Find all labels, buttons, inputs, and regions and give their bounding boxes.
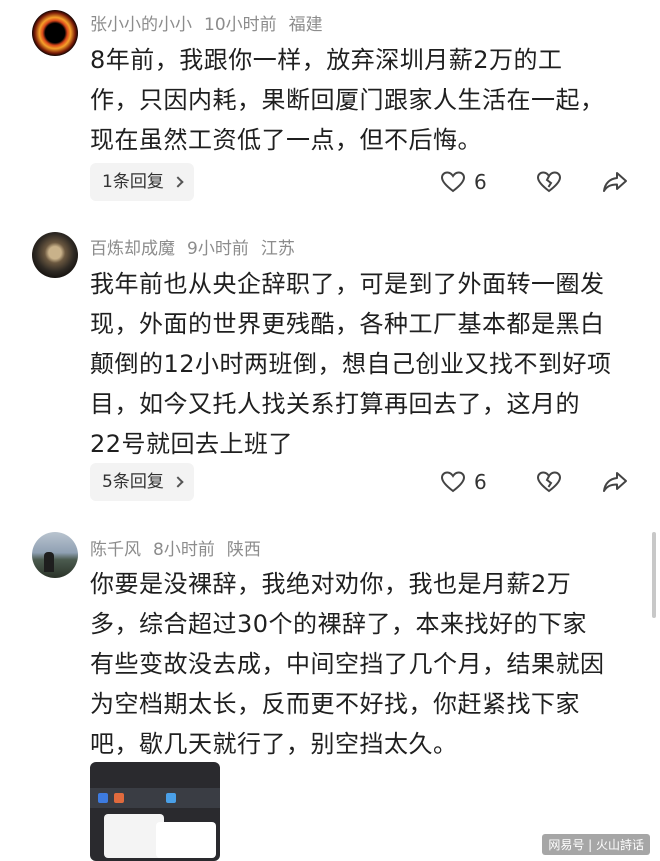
thumbnail-card [104,814,164,858]
heart-outline-icon [440,171,466,193]
share-arrow-icon [603,172,627,192]
like-count: 6 [474,170,487,194]
thumbnail-header-bar [90,788,220,808]
like-button[interactable]: 6 [440,163,487,201]
comment-line: 为空档期太长，反而更不好找，你赶紧找下家 [90,690,580,718]
share-arrow-icon [603,472,627,492]
comment-actions: 6 [0,163,660,201]
comment-line: 22号就回去上班了 [90,430,294,458]
comment-line: 现在虽然工资低了一点，但不后悔。 [90,126,482,154]
location: 福建 [288,15,323,35]
comment-line: 有些变故没去成，中间空挡了几个月，结果就因 [90,650,605,678]
comment-line: 目，如今又托人找关系打算再回去了，这月的 [90,390,580,418]
comment-line: 现，外面的世界更残酷，各种工厂基本都是黑白 [90,310,605,338]
like-button[interactable]: 6 [440,463,487,501]
comment-actions: 6 [0,463,660,501]
share-button[interactable] [602,463,628,501]
timestamp: 9小时前 [187,239,249,259]
broken-heart-icon [536,171,562,193]
avatar[interactable] [32,232,78,278]
broken-heart-icon [536,471,562,493]
comment-line: 我年前也从央企辞职了，可是到了外面转一圈发 [90,270,605,298]
thumbnail-app-icon [166,793,176,803]
share-button[interactable] [602,163,628,201]
comment-line: 8年前，我跟你一样，放弃深圳月薪2万的工 [90,46,563,74]
location: 陕西 [226,540,261,560]
thumbnail-card [156,822,216,858]
avatar-figure [44,552,54,572]
comment-meta: 张小小的小小 10小时前 福建 [90,10,335,35]
comment-line: 你要是没裸辞，我绝对劝你，我也是月薪2万 [90,570,572,598]
comment-meta: 陈千风 8小时前 陕西 [90,535,273,560]
watermark: 网易号 | 火山詩话 [542,834,650,855]
comment-line: 多，综合超过30个的裸辞了，本来找好的下家 [90,610,588,638]
dislike-button[interactable] [536,463,562,501]
avatar[interactable] [32,532,78,578]
username[interactable]: 张小小的小小 [90,15,192,35]
timestamp: 10小时前 [204,15,277,35]
comment-line: 颠倒的12小时两班倒，想自己创业又找不到好项 [90,350,612,378]
comment-line: 作，只因内耗，果断回厦门跟家人生活在一起， [90,86,605,114]
thumbnail-app-icon [98,793,108,803]
comment-line: 吧，歇几天就行了，别空挡太久。 [90,730,458,758]
comment-image-thumbnail[interactable] [90,762,220,861]
comment-text: 你要是没裸辞，我绝对劝你，我也是月薪2万 多，综合超过30个的裸辞了，本来找好的… [90,564,638,764]
location: 江苏 [260,239,295,259]
comment-meta: 百炼却成魔 9小时前 江苏 [90,234,307,259]
heart-outline-icon [440,471,466,493]
timestamp: 8小时前 [153,540,215,560]
comment-text: 8年前，我跟你一样，放弃深圳月薪2万的工 作，只因内耗，果断回厦门跟家人生活在一… [90,40,638,160]
like-count: 6 [474,470,487,494]
username[interactable]: 陈千风 [90,540,141,560]
scrollbar[interactable] [652,532,656,618]
username[interactable]: 百炼却成魔 [90,239,175,259]
thumbnail-app-icon [114,793,124,803]
comment-text: 我年前也从央企辞职了，可是到了外面转一圈发 现，外面的世界更残酷，各种工厂基本都… [90,264,638,464]
dislike-button[interactable] [536,163,562,201]
avatar[interactable] [32,10,78,56]
